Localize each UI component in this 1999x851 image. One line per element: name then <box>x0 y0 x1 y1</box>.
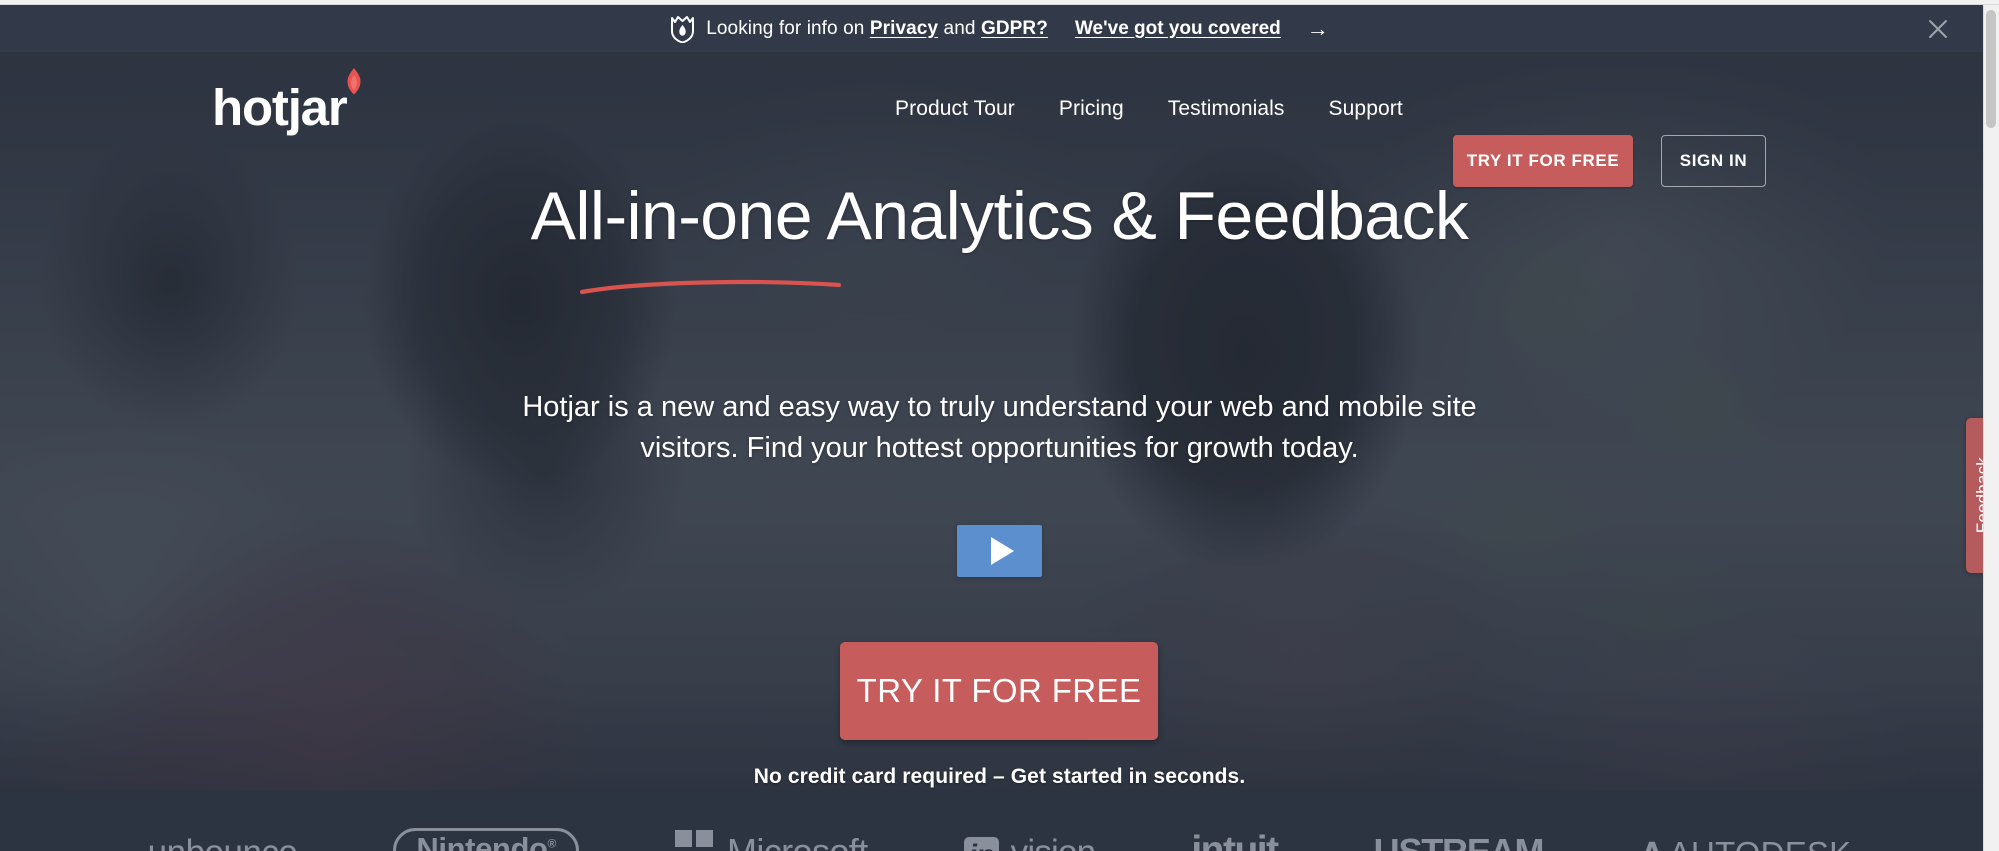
autodesk-wordmark: AUTODESK <box>1669 835 1852 851</box>
client-logo-strip: unbounce Nintendo® Microsoft in vision i… <box>0 790 1999 851</box>
privacy-link[interactable]: Privacy <box>870 18 938 39</box>
hero-subheadline-line-2: visitors. Find your hottest opportunitie… <box>640 432 1359 465</box>
close-icon[interactable] <box>1925 16 1951 42</box>
hero-headline: All-in-one Analytics & Feedback <box>530 178 1469 254</box>
microsoft-squares-icon <box>674 830 713 851</box>
page-root: Looking for info on Privacy and GDPR? We… <box>0 0 1999 851</box>
arrow-right-icon: → <box>1306 15 1329 41</box>
main-navigation: Product Tour Pricing Testimonials Suppor… <box>895 97 1403 121</box>
scrollbar-thumb[interactable] <box>1986 10 1996 128</box>
banner-message: Looking for info on Privacy and GDPR? <box>706 18 1048 40</box>
intuit-wordmark: intuit <box>1191 829 1279 851</box>
client-logo-ustream: USTREAM <box>1374 812 1545 851</box>
autodesk-lambda-icon: Λ <box>1639 837 1665 851</box>
hotjar-shield-flame-icon <box>670 15 695 43</box>
client-logo-microsoft: Microsoft <box>674 812 868 851</box>
privacy-gdpr-banner: Looking for info on Privacy and GDPR? We… <box>0 5 1999 52</box>
hero-headline-wrap: All-in-one Analytics & Feedback <box>0 178 1999 254</box>
site-header: hotjar Product Tour Pricing Testimonials… <box>0 52 1999 187</box>
browser-chrome-edge <box>0 0 1999 5</box>
banner-text-between: and <box>943 17 976 39</box>
play-icon <box>990 537 1014 565</box>
gdpr-link[interactable]: GDPR? <box>981 18 1048 39</box>
hero-subheadline-line-1: Hotjar is a new and easy way to truly un… <box>522 391 1477 423</box>
client-logo-invision: in vision <box>963 812 1096 851</box>
logo-wordmark: hotjar <box>212 79 348 136</box>
banner-text-before: Looking for info on <box>706 17 865 39</box>
invision-wordmark: vision <box>1011 833 1096 851</box>
hotjar-logo[interactable]: hotjar <box>212 68 361 136</box>
nav-item-pricing[interactable]: Pricing <box>1059 97 1124 121</box>
client-logo-autodesk: Λ AUTODESK <box>1639 812 1851 851</box>
client-logo-nintendo: Nintendo® <box>393 812 579 851</box>
flame-icon <box>343 68 365 95</box>
hero-section: hotjar Product Tour Pricing Testimonials… <box>0 52 1999 790</box>
nav-item-product-tour[interactable]: Product Tour <box>895 97 1015 121</box>
client-logo-intuit: intuit <box>1191 812 1279 851</box>
headline-underline-stroke <box>579 278 842 296</box>
banner-cta-link[interactable]: We've got you covered <box>1075 18 1281 40</box>
hero-subheadline: Hotjar is a new and easy way to truly un… <box>0 387 1999 469</box>
scrollbar-track[interactable] <box>1983 5 1999 851</box>
nintendo-wordmark: Nintendo® <box>393 828 579 851</box>
client-logo-unbounce: unbounce <box>148 812 298 851</box>
nav-item-support[interactable]: Support <box>1329 97 1403 121</box>
nav-item-testimonials[interactable]: Testimonials <box>1168 97 1285 121</box>
ustream-wordmark: USTREAM <box>1374 831 1545 851</box>
play-video-button[interactable] <box>957 525 1042 577</box>
unbounce-wordmark: unbounce <box>148 833 298 851</box>
no-credit-card-note: No credit card required – Get started in… <box>753 765 1246 788</box>
microsoft-wordmark: Microsoft <box>727 831 868 851</box>
invision-in-mark: in <box>963 837 999 851</box>
hero-try-it-for-free-button[interactable]: TRY IT FOR FREE <box>840 642 1158 740</box>
